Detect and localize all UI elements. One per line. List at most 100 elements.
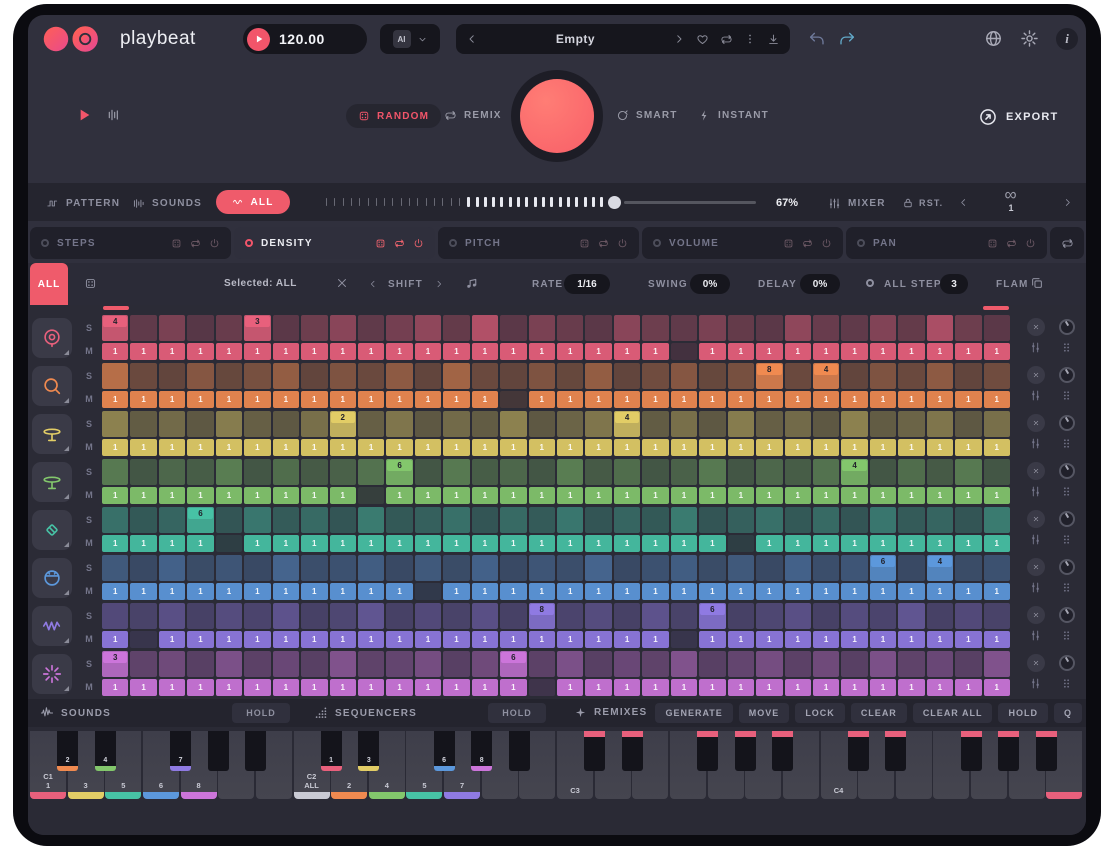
repeat-step-cell[interactable]: 1 (813, 535, 839, 552)
repeat-step-cell[interactable]: 1 (273, 487, 299, 504)
repeat-step-cell[interactable]: 1 (443, 343, 469, 360)
density-step-cell[interactable] (728, 603, 754, 629)
density-step-cell[interactable] (927, 603, 953, 629)
density-step-cell[interactable] (358, 315, 384, 341)
density-step-cell[interactable] (472, 603, 498, 629)
repeat-step-cell[interactable]: 1 (472, 583, 498, 600)
density-step-cell[interactable] (216, 603, 242, 629)
density-step-cell[interactable] (728, 411, 754, 437)
slider-handle[interactable] (608, 196, 621, 209)
repeat-step-cell[interactable]: 1 (301, 487, 327, 504)
repeat-step-cell[interactable] (216, 535, 242, 552)
repeat-step-cell[interactable]: 1 (443, 631, 469, 648)
black-key[interactable]: 3 (358, 731, 379, 771)
randomize-big-button[interactable] (511, 70, 603, 162)
density-step-cell[interactable] (529, 315, 555, 341)
preset-next-button[interactable] (673, 33, 685, 45)
repeat-step-cell[interactable]: 1 (187, 487, 213, 504)
repeat-step-cell[interactable]: 1 (614, 535, 640, 552)
repeat-step-cell[interactable]: 1 (870, 631, 896, 648)
track-knob[interactable] (1059, 319, 1075, 335)
repeat-step-cell[interactable]: 1 (301, 343, 327, 360)
repeat-step-cell[interactable]: 1 (557, 631, 583, 648)
density-step-cell[interactable] (386, 315, 412, 341)
repeat-step-cell[interactable]: 1 (102, 631, 128, 648)
repeat-step-cell[interactable]: 1 (102, 343, 128, 360)
repeat-step-cell[interactable]: 1 (898, 391, 924, 408)
track-select-button[interactable] (32, 414, 72, 454)
density-step-cell[interactable] (244, 507, 270, 533)
density-step-cell[interactable] (415, 459, 441, 485)
track-drag-handle[interactable] (1060, 533, 1073, 546)
tab-volume[interactable]: VOLUME (642, 227, 843, 259)
repeat-step-cell[interactable]: 1 (699, 535, 725, 552)
density-step-cell[interactable] (187, 315, 213, 341)
density-step-cell[interactable] (358, 363, 384, 389)
repeat-step-cell[interactable]: 1 (699, 439, 725, 456)
repeat-step-cell[interactable]: 1 (785, 679, 811, 696)
repeat-step-cell[interactable]: 1 (130, 439, 156, 456)
repeat-step-cell[interactable]: 1 (102, 391, 128, 408)
density-step-cell[interactable] (614, 459, 640, 485)
density-step-cell[interactable] (585, 507, 611, 533)
density-step-cell[interactable] (358, 651, 384, 677)
clear-track-button[interactable] (1027, 606, 1045, 624)
repeat-step-cell[interactable]: 1 (841, 631, 867, 648)
tab-dice-icon[interactable] (171, 238, 182, 249)
density-step-cell[interactable] (130, 603, 156, 629)
repeat-step-cell[interactable]: 1 (841, 439, 867, 456)
repeat-step-cell[interactable]: 1 (130, 487, 156, 504)
tab-power-icon[interactable] (617, 238, 628, 249)
repeat-step-cell[interactable]: 1 (244, 535, 270, 552)
repeat-step-cell[interactable]: 1 (870, 535, 896, 552)
track-knob[interactable] (1059, 415, 1075, 431)
density-step-cell[interactable] (728, 507, 754, 533)
repeat-step-cell[interactable]: 1 (330, 535, 356, 552)
density-step-cell[interactable] (898, 651, 924, 677)
repeat-step-cell[interactable]: 1 (898, 487, 924, 504)
repeat-step-cell[interactable]: 1 (699, 487, 725, 504)
repeat-step-cell[interactable]: 1 (557, 535, 583, 552)
density-step-cell[interactable] (273, 603, 299, 629)
density-step-cell[interactable] (159, 459, 185, 485)
repeat-step-cell[interactable]: 1 (756, 679, 782, 696)
repeat-step-cell[interactable] (415, 583, 441, 600)
density-step-cell[interactable] (216, 363, 242, 389)
lock-button[interactable]: LOCK (795, 703, 845, 723)
density-step-cell[interactable] (273, 651, 299, 677)
repeat-step-cell[interactable]: 1 (785, 391, 811, 408)
density-step-cell[interactable] (785, 315, 811, 341)
repeat-step-cell[interactable]: 1 (159, 583, 185, 600)
instant-mode-button[interactable]: INSTANT (698, 109, 769, 122)
density-step-cell[interactable] (785, 651, 811, 677)
density-step-cell[interactable] (130, 459, 156, 485)
density-step-cell[interactable] (443, 507, 469, 533)
density-step-cell[interactable] (301, 315, 327, 341)
tab-dice-icon[interactable] (783, 238, 794, 249)
density-step-cell[interactable] (244, 603, 270, 629)
density-step-cell[interactable] (841, 555, 867, 581)
repeat-step-cell[interactable]: 1 (642, 535, 668, 552)
density-step-cell[interactable] (415, 315, 441, 341)
flam-label[interactable]: FLAM (996, 279, 1029, 290)
repeat-step-cell[interactable]: 1 (614, 343, 640, 360)
repeat-step-cell[interactable]: 1 (443, 391, 469, 408)
repeat-step-cell[interactable]: 1 (955, 391, 981, 408)
repeat-step-cell[interactable]: 1 (244, 343, 270, 360)
tab-power-icon[interactable] (821, 238, 832, 249)
density-step-cell[interactable] (642, 363, 668, 389)
slider-rail[interactable] (624, 201, 756, 204)
loop-start-marker[interactable] (103, 306, 129, 310)
density-step-cell[interactable] (841, 651, 867, 677)
clear-track-button[interactable] (1027, 510, 1045, 528)
repeat-step-cell[interactable]: 1 (927, 439, 953, 456)
black-key[interactable] (584, 731, 605, 771)
repeat-step-cell[interactable]: 1 (756, 583, 782, 600)
repeat-step-cell[interactable]: 1 (785, 487, 811, 504)
repeat-step-cell[interactable]: 1 (813, 343, 839, 360)
density-step-cell[interactable] (984, 603, 1010, 629)
clear-button[interactable]: CLEAR (851, 703, 907, 723)
tab-power-icon[interactable] (1025, 238, 1036, 249)
repeat-step-cell[interactable]: 1 (841, 535, 867, 552)
repeat-step-cell[interactable]: 1 (927, 583, 953, 600)
